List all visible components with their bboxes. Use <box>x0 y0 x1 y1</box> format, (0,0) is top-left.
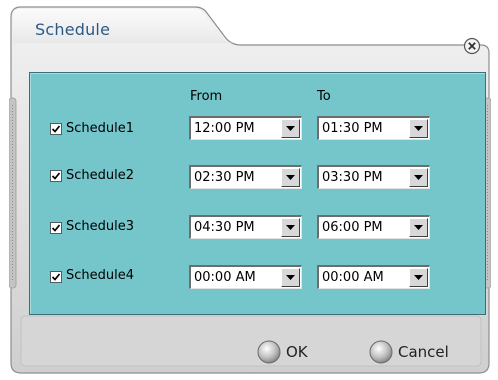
schedule3-label: Schedule3 <box>66 219 135 234</box>
dropdown-arrow-icon <box>286 275 295 280</box>
select-value: 06:00 PM <box>322 220 383 235</box>
round-button-icon <box>257 340 281 364</box>
dropdown-arrow-icon <box>414 126 423 131</box>
schedule2-from-select[interactable]: 02:30 PM <box>189 165 302 189</box>
dropdown-arrow-icon <box>286 225 295 230</box>
schedule4-to-select[interactable]: 00:00 AM <box>317 265 430 289</box>
cancel-button-label: Cancel <box>398 343 449 361</box>
schedule1-checkbox[interactable] <box>50 123 62 135</box>
schedule4-label: Schedule4 <box>66 268 135 283</box>
from-column-header: From <box>190 89 223 104</box>
schedule1-label: Schedule1 <box>66 121 135 136</box>
ok-button[interactable]: OK <box>257 339 308 365</box>
schedule2-to-select[interactable]: 03:30 PM <box>317 165 430 189</box>
select-value: 00:00 AM <box>322 270 384 285</box>
checkmark-icon <box>51 273 61 281</box>
dropdown-button[interactable] <box>409 119 428 138</box>
schedule3-checkbox[interactable] <box>50 222 62 234</box>
schedule1-to-select[interactable]: 01:30 PM <box>317 116 430 140</box>
dropdown-arrow-icon <box>286 126 295 131</box>
dropdown-arrow-icon <box>414 225 423 230</box>
select-value: 12:00 PM <box>194 121 255 136</box>
dialog-title: Schedule <box>35 20 111 39</box>
schedule2-label: Schedule2 <box>66 168 135 183</box>
dropdown-arrow-icon <box>286 175 295 180</box>
schedule1-from-select[interactable]: 12:00 PM <box>189 116 302 140</box>
schedule4-from-select[interactable]: 00:00 AM <box>189 265 302 289</box>
dropdown-button[interactable] <box>281 168 300 187</box>
ok-button-label: OK <box>286 343 308 361</box>
schedule2-checkbox[interactable] <box>50 170 62 182</box>
dropdown-button[interactable] <box>281 268 300 287</box>
select-value: 04:30 PM <box>194 220 255 235</box>
cancel-button[interactable]: Cancel <box>369 339 449 365</box>
to-column-header: To <box>317 89 331 104</box>
dropdown-button[interactable] <box>409 168 428 187</box>
close-circle-icon <box>463 37 481 55</box>
dropdown-arrow-icon <box>414 175 423 180</box>
dropdown-button[interactable] <box>409 218 428 237</box>
close-button[interactable] <box>463 37 481 55</box>
dropdown-button[interactable] <box>281 218 300 237</box>
dropdown-button[interactable] <box>281 119 300 138</box>
select-value: 00:00 AM <box>194 270 256 285</box>
checkmark-icon <box>51 224 61 232</box>
schedule3-to-select[interactable]: 06:00 PM <box>317 215 430 239</box>
select-value: 03:30 PM <box>322 170 383 185</box>
checkmark-icon <box>51 172 61 180</box>
round-button-icon <box>369 340 393 364</box>
schedule4-checkbox[interactable] <box>50 271 62 283</box>
schedule3-from-select[interactable]: 04:30 PM <box>189 215 302 239</box>
select-value: 02:30 PM <box>194 170 255 185</box>
schedule-dialog: Schedule From To Schedule1 12:00 PM 01:3… <box>9 3 491 375</box>
select-value: 01:30 PM <box>322 121 383 136</box>
dropdown-arrow-icon <box>414 275 423 280</box>
dropdown-button[interactable] <box>409 268 428 287</box>
checkmark-icon <box>51 125 61 133</box>
